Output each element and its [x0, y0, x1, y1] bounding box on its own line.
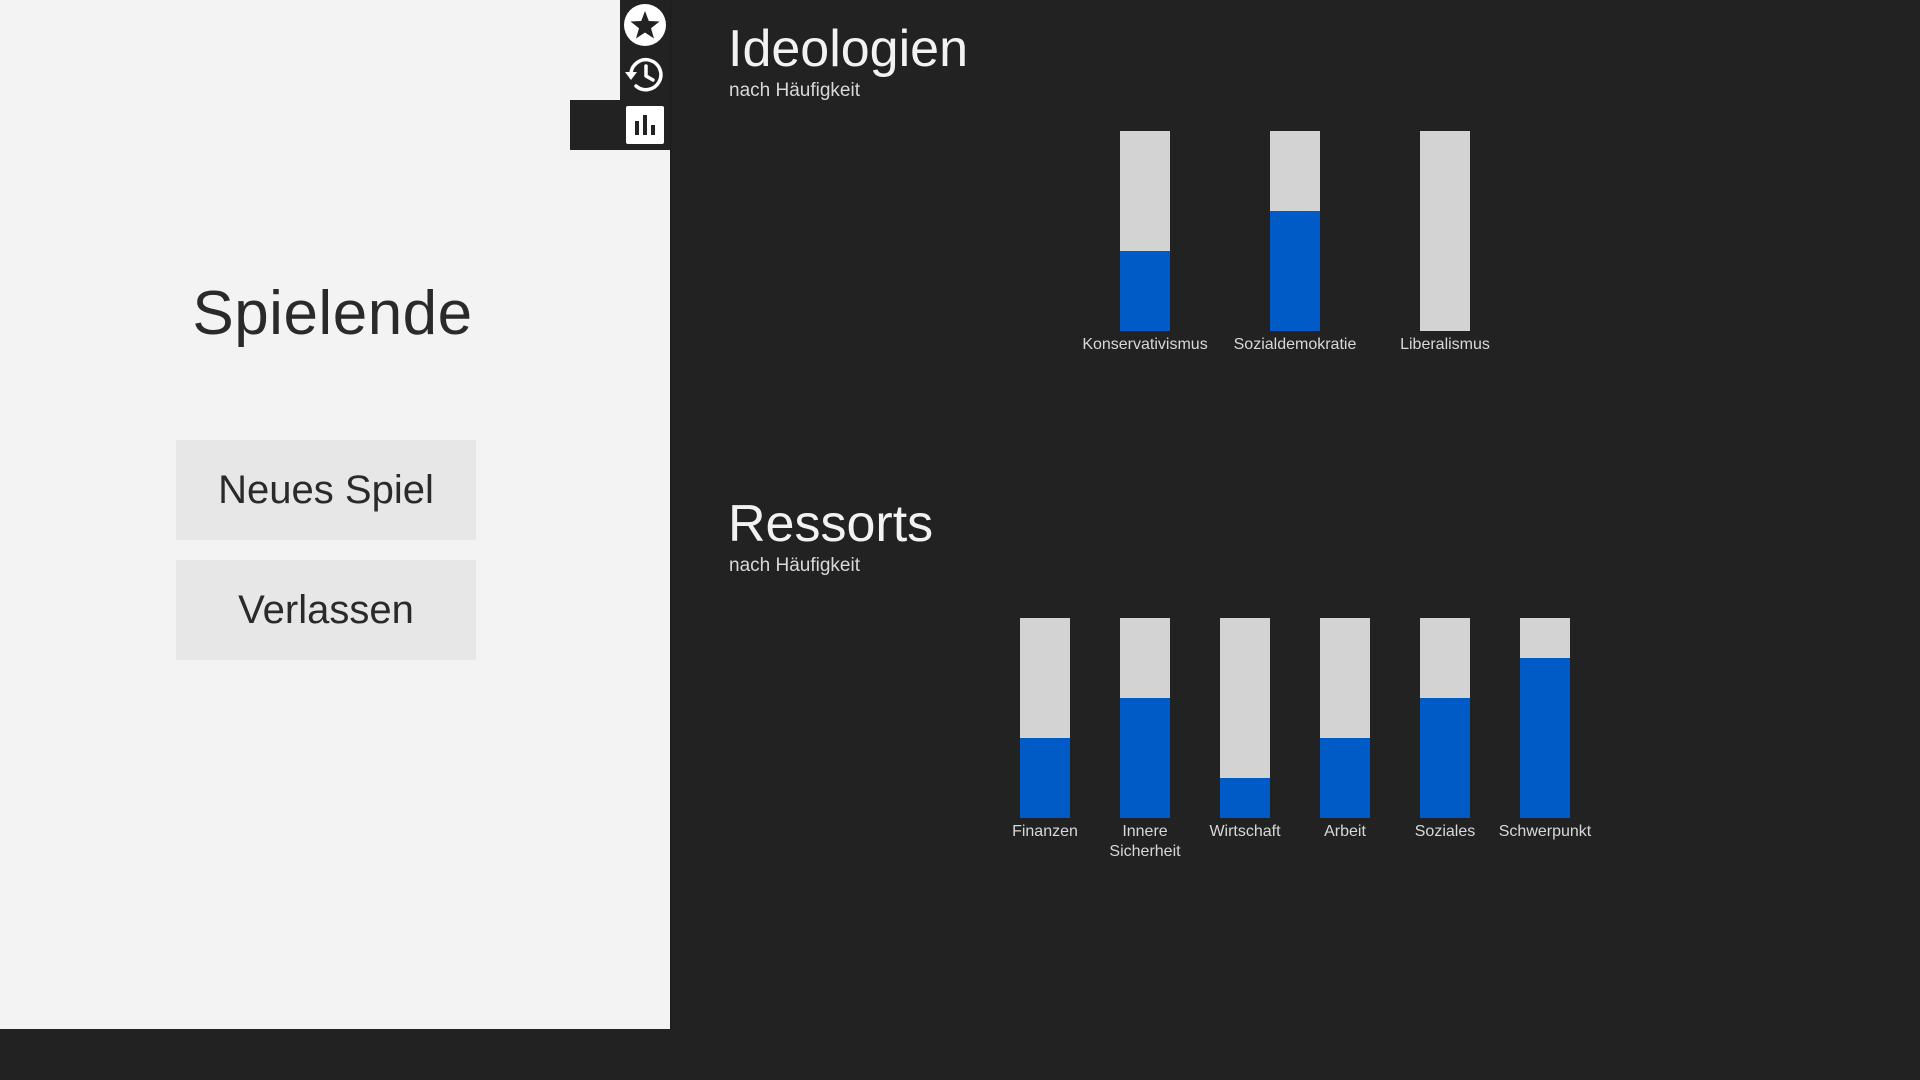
bar-label: Schwerpunkt — [1498, 823, 1592, 840]
bar-fill — [1120, 698, 1170, 818]
quit-button[interactable]: Verlassen — [176, 560, 476, 660]
bar — [1270, 131, 1320, 331]
bar — [1420, 131, 1470, 331]
page-title: Spielende — [192, 279, 473, 348]
bar-label: Finanzen — [1012, 823, 1078, 840]
ideologien-subtitle: nach Häufigkeit — [729, 80, 860, 101]
bar — [1420, 618, 1470, 818]
bar-label: Sozialdemokratie — [1233, 336, 1357, 353]
bar — [1120, 618, 1170, 818]
bar-fill — [1320, 738, 1370, 818]
bar-fill — [1520, 658, 1570, 818]
new-game-button[interactable]: Neues Spiel — [176, 440, 476, 540]
bar-fill — [1270, 211, 1320, 331]
bar-label: Konservativismus — [1082, 336, 1208, 353]
bar-label: Liberalismus — [1400, 336, 1490, 353]
bar-chart-icon[interactable] — [623, 103, 667, 147]
bar — [1020, 618, 1070, 818]
bar-fill — [1020, 738, 1070, 818]
ressorts-title: Ressorts — [728, 495, 934, 553]
bar — [1220, 618, 1270, 818]
ideologien-title: Ideologien — [728, 20, 968, 78]
bar-fill — [1120, 251, 1170, 331]
bar-fill — [1220, 778, 1270, 818]
ressorts-subtitle: nach Häufigkeit — [729, 555, 860, 576]
bar — [1120, 131, 1170, 331]
bar-fill — [1420, 698, 1470, 818]
history-icon[interactable] — [623, 53, 667, 97]
bar — [1520, 618, 1570, 818]
bar — [1320, 618, 1370, 818]
star-icon[interactable] — [623, 3, 667, 47]
bottom-bar — [0, 1029, 1920, 1080]
game-over-panel: Spielende Neues Spiel Verlassen — [0, 0, 670, 1029]
